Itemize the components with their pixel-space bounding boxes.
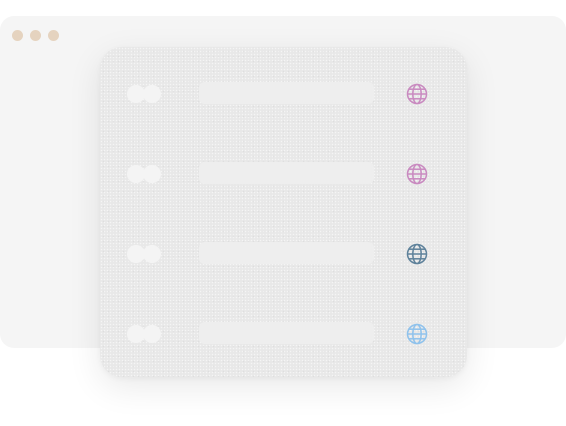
- window-maximize-dot[interactable]: [48, 30, 59, 41]
- avatar-group: [127, 165, 161, 183]
- illustration-stage: [0, 0, 566, 426]
- avatar: [143, 165, 161, 183]
- avatar: [143, 85, 161, 103]
- globe-icon: [405, 82, 429, 106]
- avatar: [143, 245, 161, 263]
- avatar-group: [127, 325, 161, 343]
- list-item[interactable]: [100, 320, 467, 348]
- text-placeholder-bar: [199, 242, 374, 264]
- window-close-dot[interactable]: [12, 30, 23, 41]
- avatar: [143, 325, 161, 343]
- window-controls: [12, 30, 59, 41]
- list-item[interactable]: [100, 160, 467, 188]
- avatar-group: [127, 85, 161, 103]
- text-placeholder-bar: [199, 162, 374, 184]
- list-item[interactable]: [100, 80, 467, 108]
- server-list-panel: [100, 47, 467, 377]
- globe-icon: [405, 322, 429, 346]
- avatar-group: [127, 245, 161, 263]
- window-minimize-dot[interactable]: [30, 30, 41, 41]
- text-placeholder-bar: [199, 82, 374, 104]
- globe-icon: [405, 242, 429, 266]
- list-item[interactable]: [100, 240, 467, 268]
- text-placeholder-bar: [199, 322, 374, 344]
- globe-icon: [405, 162, 429, 186]
